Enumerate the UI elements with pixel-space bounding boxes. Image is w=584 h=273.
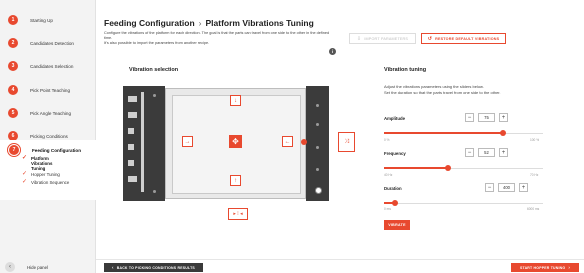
hide-panel-label: Hide panel <box>27 264 48 270</box>
sidebar-item-candidates-detection[interactable]: 2 Candidates Detection <box>8 37 74 49</box>
substep-label: Hopper Tuning <box>31 172 60 177</box>
hide-panel-button[interactable]: ‹ Hide panel <box>5 262 48 272</box>
frequency-slider[interactable] <box>384 165 543 171</box>
amplitude-slider[interactable] <box>384 130 543 136</box>
substep-label: Platform Vibrations Tuning <box>31 156 53 171</box>
sidebar-item-label: Candidates Detection <box>30 40 74 46</box>
back-button[interactable]: ‹ BACK TO PICKING CONDITIONS RESULTS <box>104 263 203 272</box>
check-icon: ✓ <box>22 179 28 185</box>
tuning-description: Adjust the vibrations parameters using t… <box>384 84 554 96</box>
vibrate-center-button[interactable]: ✥ <box>229 135 242 148</box>
amplitude-min: 0 % <box>384 138 390 142</box>
frequency-decrement-button[interactable]: − <box>465 148 474 157</box>
sidebar-item-label: Pick Point Teaching <box>30 87 71 93</box>
sidebar-item-label: Feeding Configuration <box>32 147 81 153</box>
amplitude-value-input[interactable]: 75 <box>478 113 495 122</box>
duration-slider-handle[interactable] <box>391 200 398 206</box>
substep-vibration-sequence[interactable]: ✓ Vibration Sequence <box>22 179 70 185</box>
sidebar-item-pick-point-teaching[interactable]: 4 Pick Point Teaching <box>8 84 70 96</box>
amplitude-increment-button[interactable]: + <box>499 113 508 122</box>
frequency-max: 70 Hz <box>530 173 539 177</box>
duration-slider[interactable] <box>384 200 543 206</box>
sidebar-item-pick-angle-teaching[interactable]: 5 Pick Angle Teaching <box>8 107 71 119</box>
frequency-increment-button[interactable]: + <box>499 148 508 157</box>
info-icon[interactable]: i <box>329 48 336 55</box>
vibrate-up-button[interactable]: ↑ <box>230 175 241 186</box>
duration-label: Duration <box>384 186 402 191</box>
restore-icon: ↺ <box>427 35 433 42</box>
platform-left-rail <box>123 86 165 201</box>
duration-max: 6000 ms <box>527 207 540 211</box>
sidebar-item-label: Pick Angle Teaching <box>30 110 72 116</box>
breadcrumb-current: Platform Vibrations Tuning <box>205 18 314 28</box>
vibrate-button[interactable]: VIBRATE <box>384 220 410 230</box>
chevron-right-icon: › <box>568 265 571 270</box>
step-number: 2 <box>8 38 18 48</box>
tuning-description-line: Set the duration so that the parts trave… <box>384 90 501 95</box>
vibrate-left-button[interactable]: ← <box>282 136 293 147</box>
check-icon: ✓ <box>22 171 28 177</box>
sidebar: 1 Starting Up 2 Candidates Detection 3 C… <box>0 0 96 273</box>
amplitude-stepper: − 75 + <box>465 113 508 122</box>
sidebar-item-starting-up[interactable]: 1 Starting Up <box>8 14 53 26</box>
sidebar-item-label: Picking Conditions <box>30 133 68 139</box>
platform-diagram: ↓ → ✥ ← ↑ <box>123 86 329 201</box>
page-title: Feeding Configuration › Platform Vibration… <box>104 18 314 28</box>
selected-indicator <box>301 139 307 145</box>
step-number: 5 <box>8 108 18 118</box>
duration-stepper: − 400 + <box>485 183 528 192</box>
sidebar-item-label: Starting Up <box>30 17 53 23</box>
duration-decrement-button[interactable]: − <box>485 183 494 192</box>
restore-label: RESTORE DEFAULT VIBRATIONS <box>435 36 500 41</box>
duration-increment-button[interactable]: + <box>519 183 528 192</box>
amplitude-decrement-button[interactable]: − <box>465 113 474 122</box>
step-number: 1 <box>8 15 18 25</box>
corner-indicator <box>315 187 322 194</box>
amplitude-label: Amplitude <box>384 116 406 121</box>
amplitude-slider-handle[interactable] <box>500 130 507 136</box>
amplitude-max: 100 % <box>530 138 540 142</box>
frequency-min: 40 Hz <box>384 173 393 177</box>
vibration-tuning-title: Vibration tuning <box>384 67 427 73</box>
import-label: IMPORT PARAMETERS <box>364 36 409 41</box>
start-label: START HOPPER TUNING <box>519 265 566 270</box>
app-root: 1 Starting Up 2 Candidates Detection 3 C… <box>0 0 584 273</box>
step-number: 4 <box>8 85 18 95</box>
vibration-selection-title: Vibration selection <box>129 67 179 73</box>
breadcrumb-separator: › <box>198 18 202 28</box>
sidebar-item-feeding-configuration[interactable]: 7 Feeding Configuration <box>8 144 81 156</box>
page-description: Configure the vibrations of the platform… <box>104 31 336 46</box>
substep-platform-vibrations[interactable]: ✓ Platform Vibrations Tuning <box>22 155 65 171</box>
restore-default-button[interactable]: ↺ RESTORE DEFAULT VIBRATIONS <box>421 33 506 44</box>
sidebar-item-label: Candidates Selection <box>30 63 74 69</box>
step-number: 3 <box>8 61 18 71</box>
description-line: It's also possible to import the paramet… <box>104 41 210 45</box>
frequency-stepper: − 52 + <box>465 148 508 157</box>
vibrate-right-button[interactable]: → <box>182 136 193 147</box>
import-parameters-button[interactable]: ⇩ IMPORT PARAMETERS <box>349 33 416 44</box>
duration-value-input[interactable]: 400 <box>498 183 515 192</box>
chevron-left-icon: ‹ <box>112 265 114 270</box>
back-label: BACK TO PICKING CONDITIONS RESULTS <box>116 265 195 270</box>
substep-label: Vibration Sequence <box>31 180 70 185</box>
duration-min: 0 ms <box>384 207 391 211</box>
sidebar-item-candidates-selection[interactable]: 3 Candidates Selection <box>8 60 73 72</box>
check-icon: ✓ <box>22 155 28 161</box>
breadcrumb-parent: Feeding Configuration <box>104 18 195 28</box>
description-line: Configure the vibrations of the platform… <box>104 31 330 40</box>
frequency-value-input[interactable]: 52 <box>478 148 495 157</box>
platform-right-rail <box>306 86 329 201</box>
frequency-slider-handle[interactable] <box>444 165 451 171</box>
chevron-left-icon: ‹ <box>5 262 15 272</box>
step-number: 7 <box>8 144 20 156</box>
sidebar-active-section: 7 Feeding Configuration ✓ Platform Vibra… <box>0 140 96 200</box>
import-icon: ⇩ <box>356 35 362 42</box>
vibrate-diagonal-button[interactable]: ⤨ <box>338 132 355 152</box>
vibrate-down-button[interactable]: ↓ <box>230 95 241 106</box>
substep-hopper-tuning[interactable]: ✓ Hopper Tuning <box>22 171 60 177</box>
start-hopper-tuning-button[interactable]: START HOPPER TUNING › <box>511 263 579 272</box>
frequency-label: Frequency <box>384 151 406 156</box>
vibrate-horizontal-button[interactable]: ▸ ⁞ ◂ <box>228 208 248 220</box>
